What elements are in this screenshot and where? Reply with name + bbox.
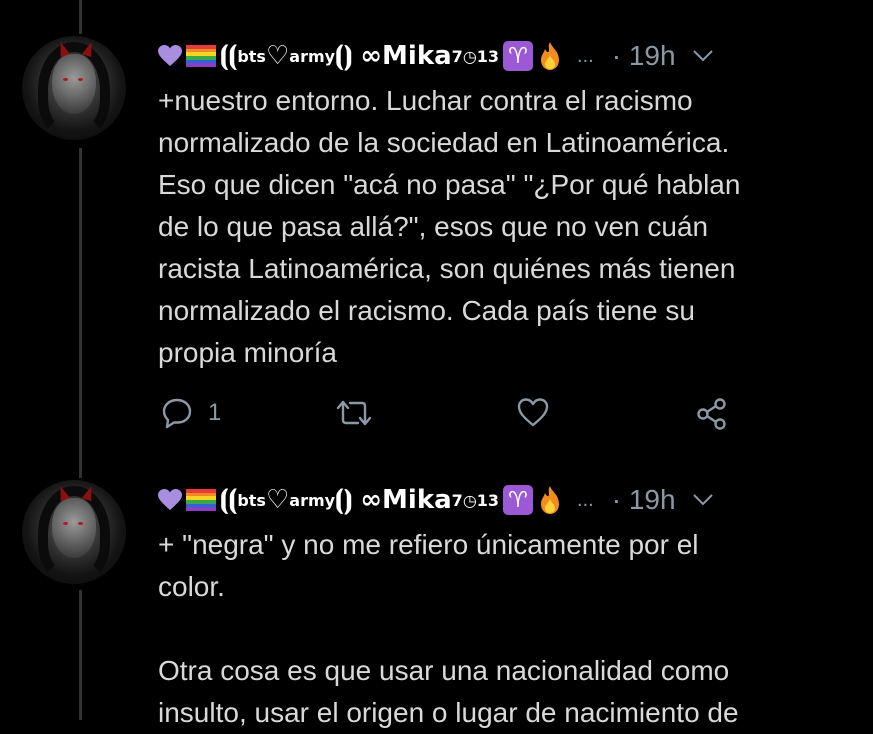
chevron-down-icon[interactable]	[692, 493, 714, 507]
tweet-header: ⦗⦗ bts ♡ army ⦗⦘ ∞Mika 7 ◷ 13 ♈ ... · 19h	[158, 480, 848, 520]
brace-glyph: ⦗⦗	[220, 484, 238, 515]
tweet-text: + "negra" y no me refiero únicamente por…	[158, 529, 739, 728]
name-ellipsis: ...	[577, 44, 594, 67]
reply-count: 1	[208, 399, 222, 426]
tweet-actions: 1	[158, 396, 758, 436]
tweet-text: +nuestro entorno. Luchar contra el racis…	[158, 85, 741, 368]
purple-heart-icon	[158, 45, 182, 66]
reply-button[interactable]: 1	[160, 396, 221, 430]
avatar-eye	[63, 522, 68, 525]
aries-icon: ♈	[503, 41, 534, 71]
tweet-meta: ... · 19h	[573, 40, 714, 72]
aries-icon: ♈	[503, 485, 534, 515]
like-button[interactable]	[516, 396, 550, 428]
fire-icon	[541, 486, 560, 514]
share-button[interactable]	[694, 396, 730, 432]
brace-glyph: ⦗⦘	[335, 40, 353, 71]
clock-glyph: ◷	[462, 490, 477, 510]
avatar-eye	[78, 522, 83, 525]
tweet[interactable]: ⦗⦗ bts ♡ army ⦗⦘ ∞Mika 7 ◷ 13 ♈ ... · 19h + "ne…	[0, 460, 873, 728]
name-sup: 7	[451, 46, 463, 66]
tweet-header: ⦗⦗ bts ♡ army ⦗⦘ ∞Mika 7 ◷ 13 ♈ ... · 19h	[158, 36, 848, 76]
display-name[interactable]: ⦗⦗ bts ♡ army ⦗⦘ ∞Mika 7 ◷ 13 ♈	[158, 485, 563, 516]
avatar-eye	[78, 78, 83, 81]
name-army: army	[289, 46, 336, 66]
name-sub: 13	[476, 490, 500, 510]
tweet-meta: ... · 19h	[573, 484, 714, 516]
retweet-icon	[336, 400, 372, 426]
avatar-face	[52, 54, 96, 114]
share-icon	[697, 398, 726, 430]
name-mika: ∞Mika	[360, 485, 452, 515]
name-bts: bts	[237, 46, 266, 66]
rainbow-flag-icon	[186, 45, 216, 68]
chevron-down-icon[interactable]	[692, 49, 714, 63]
avatar[interactable]	[22, 36, 126, 140]
brace-glyph: ⦗⦗	[220, 40, 238, 71]
name-ellipsis: ...	[577, 488, 594, 511]
reply-icon	[162, 398, 192, 429]
tweet[interactable]: ⦗⦗ bts ♡ army ⦗⦘ ∞Mika 7 ◷ 13 ♈ ... · 19h +nues…	[0, 0, 873, 460]
rainbow-flag-icon	[186, 489, 216, 512]
avatar-face	[52, 498, 96, 558]
brace-glyph: ⦗⦘	[335, 484, 353, 515]
retweet-button[interactable]	[334, 396, 374, 430]
name-army: army	[289, 490, 336, 510]
heart-outline-glyph: ♡	[265, 485, 290, 515]
heart-outline-glyph: ♡	[265, 41, 290, 71]
clock-glyph: ◷	[462, 46, 477, 66]
name-mika: ∞Mika	[360, 41, 452, 71]
avatar-eye	[63, 78, 68, 81]
display-name[interactable]: ⦗⦗ bts ♡ army ⦗⦘ ∞Mika 7 ◷ 13 ♈	[158, 41, 563, 72]
name-sup: 7	[451, 490, 463, 510]
fire-icon	[541, 42, 560, 70]
name-sub: 13	[476, 46, 500, 66]
purple-heart-icon	[158, 489, 182, 510]
timestamp[interactable]: · 19h	[612, 484, 676, 516]
timestamp[interactable]: · 19h	[612, 40, 676, 72]
heart-icon	[517, 398, 549, 427]
avatar[interactable]	[22, 480, 126, 584]
name-bts: bts	[237, 490, 266, 510]
